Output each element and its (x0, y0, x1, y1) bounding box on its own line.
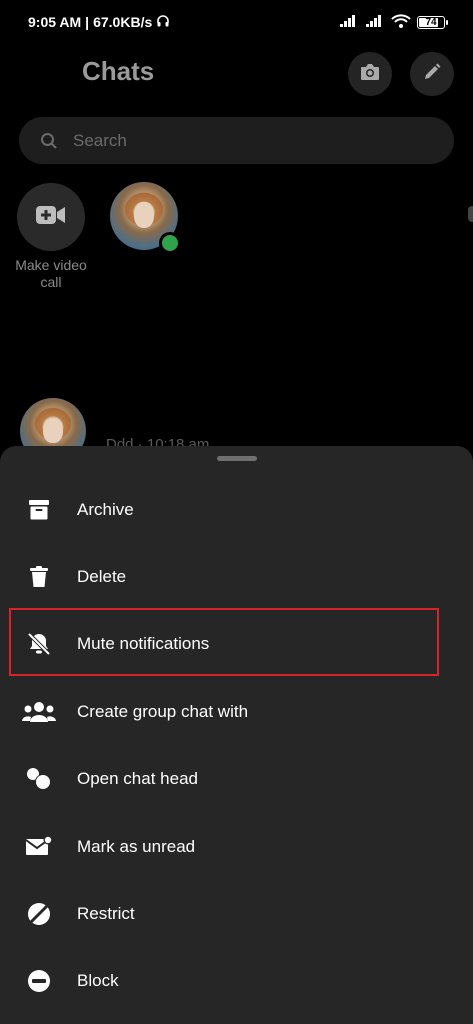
headset-icon (156, 14, 170, 31)
camera-icon (359, 62, 381, 87)
menu-label-open-chat-head: Open chat head (77, 769, 198, 788)
block-icon (22, 964, 56, 998)
menu-label-restrict: Restrict (77, 904, 135, 923)
menu-item-mute-notifications[interactable]: Mute notifications (0, 614, 473, 674)
video-plus-icon (35, 204, 67, 231)
page-title: Chats (82, 56, 155, 86)
chat-head-icon (22, 762, 56, 796)
group-icon (22, 695, 56, 729)
menu-item-open-chat-head[interactable]: Open chat head (0, 749, 473, 809)
signal-icon (339, 14, 359, 31)
search-bar[interactable]: Search (19, 117, 454, 164)
status-separator: | (85, 14, 90, 30)
bottom-sheet: Archive Delete Mute notifications Create… (0, 446, 473, 1024)
archive-icon (22, 493, 56, 527)
online-status-badge (159, 232, 181, 254)
menu-label-mark-as-unread: Mark as unread (77, 837, 196, 856)
wifi-icon (391, 13, 411, 31)
search-icon (39, 131, 59, 151)
menu-label-mute-notifications: Mute notifications (77, 634, 210, 653)
menu-item-archive[interactable]: Archive (0, 480, 473, 540)
status-bar: 9:05 AM | 67.0KB/s 74 (0, 0, 473, 44)
menu-label-archive: Archive (77, 500, 134, 519)
battery-level: 74 (425, 16, 437, 28)
sheet-handle[interactable] (217, 456, 257, 461)
network-speed: 67.0KB/s (93, 14, 153, 30)
header: Chats (0, 44, 473, 104)
menu-item-create-group-chat[interactable]: Create group chat with (0, 682, 473, 742)
status-right: 74 (339, 13, 448, 31)
status-time: 9:05 AM (28, 14, 82, 30)
signal-icon-2 (365, 14, 385, 31)
screen: 9:05 AM | 67.0KB/s 74 Chats Search Make … (0, 0, 473, 1024)
compose-button[interactable] (410, 52, 454, 96)
bell-off-icon (22, 627, 56, 661)
menu-item-mark-as-unread[interactable]: Mark as unread (0, 817, 473, 877)
restrict-icon (22, 897, 56, 931)
menu-item-delete[interactable]: Delete (0, 547, 473, 607)
trash-icon (22, 560, 56, 594)
search-placeholder: Search (73, 130, 127, 150)
camera-button[interactable] (348, 52, 392, 96)
battery-icon: 74 (417, 15, 448, 29)
pencil-icon (423, 63, 441, 86)
menu-label-delete: Delete (77, 567, 127, 586)
status-left: 9:05 AM | 67.0KB/s (28, 14, 170, 31)
make-video-call-button[interactable] (17, 183, 85, 251)
menu-item-block[interactable]: Block (0, 951, 473, 1011)
video-call-label: Make video call (15, 257, 87, 290)
partial-avatar (468, 206, 473, 222)
menu-item-restrict[interactable]: Restrict (0, 884, 473, 944)
mail-icon (22, 830, 56, 864)
menu-label-create-group-chat: Create group chat with (77, 702, 249, 721)
menu-label-block: Block (77, 971, 119, 990)
